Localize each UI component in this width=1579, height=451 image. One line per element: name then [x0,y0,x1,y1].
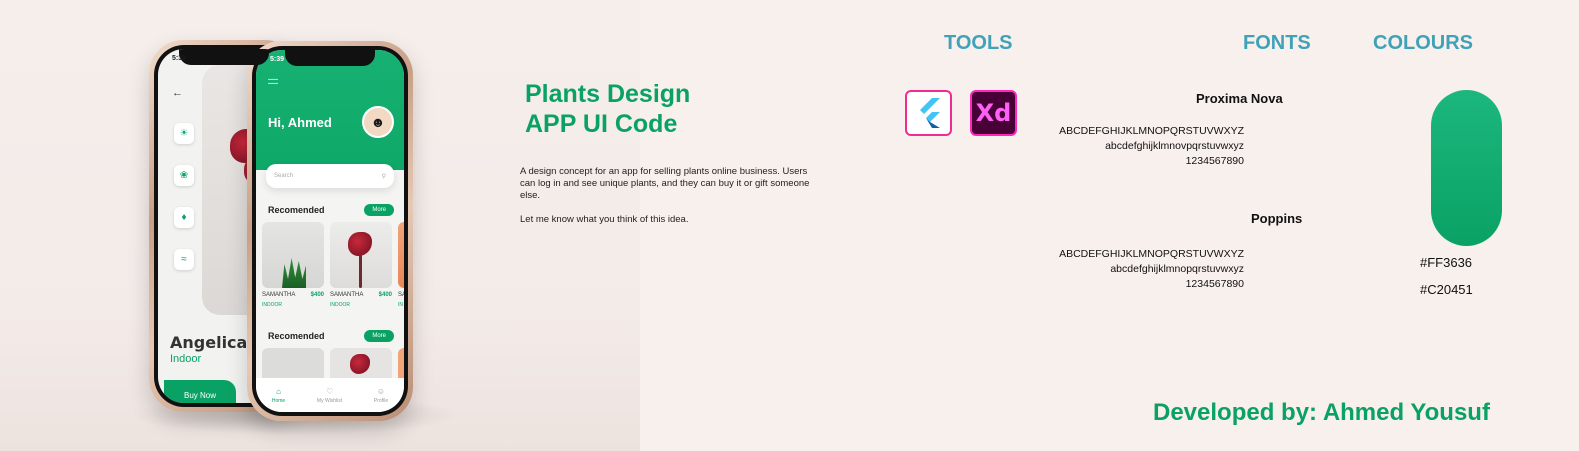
back-arrow-icon[interactable]: ← [172,87,183,99]
plant-card[interactable]: SA IN [398,222,404,308]
description-text: A design concept for an app for selling … [520,166,810,201]
bottom-nav: ⌂ Home ♡ My Wishlist ☺ Profile [256,378,404,412]
fonts-heading: FONTS [1243,32,1311,54]
avatar[interactable]: ☻ [362,106,394,138]
recommended-section-header: Recomended More [268,204,394,216]
plant-image [262,222,324,288]
home-icon: ⌂ [276,386,281,396]
section-title: Recomended [268,331,325,341]
side-icon-bar: ☀ ❀ ♦ ≈ [174,123,194,270]
plant-title: Angelica [170,333,248,352]
water-drop-icon[interactable]: ♦ [174,207,194,228]
notch [285,50,375,66]
app-header: 5:39 — — Hi, Ahmed ☻ [256,50,404,170]
plant-image [330,222,392,288]
more-button[interactable]: More [364,204,394,216]
search-icon: ⚲ [381,173,386,180]
front-phone: 5:39 — — Hi, Ahmed ☻ Search ⚲ Recomended … [247,41,413,421]
plant-price: $400 [378,292,392,298]
plant-subtitle: Indoor [170,353,202,365]
front-phone-screen: 5:39 — — Hi, Ahmed ☻ Search ⚲ Recomended … [256,50,404,412]
nav-profile[interactable]: ☺ Profile [374,387,388,404]
nav-wishlist[interactable]: ♡ My Wishlist [317,387,342,404]
section-title: Recomended [268,205,325,215]
tools-heading: TOOLS [944,32,1013,54]
project-headline: Plants Design APP UI Code [525,79,690,139]
plant-price: $400 [310,292,324,298]
menu-icon[interactable]: — — [268,75,278,89]
more-button[interactable]: More [364,330,394,342]
buy-now-button[interactable]: Buy Now [164,380,236,403]
feedback-text: Let me know what you think of this idea. [520,214,689,225]
plant-name: SAMANTHA [330,292,364,298]
colour-hex: #C20451 [1420,282,1473,297]
leaf-icon[interactable]: ❀ [174,165,194,186]
plant-category: INDOOR [330,302,350,308]
plant-cards-row: SAMANTHA $400 INDOOR SAMANTHA $400 INDOO… [262,222,404,308]
plant-image [398,222,404,288]
developer-credit: Developed by: Ahmed Yousuf [1153,399,1490,426]
status-time: 5:39 [270,56,285,63]
nav-home[interactable]: ⌂ Home [272,387,285,404]
plant-name: SAMANTHA [262,292,296,298]
font-name: Poppins [1251,211,1303,226]
search-placeholder: Search [274,173,294,179]
nav-label: Profile [373,397,389,404]
headline-line-1: Plants Design [525,80,691,108]
project-description: A design concept for an app for selling … [520,166,825,226]
plant-card[interactable]: SAMANTHA $400 INDOOR [262,222,324,308]
search-input[interactable]: Search ⚲ [266,164,394,188]
colours-heading: COLOURS [1373,32,1473,54]
colour-swatch [1431,90,1502,246]
greeting: Hi, Ahmed [268,115,332,130]
nav-label: Home [271,397,286,404]
notch [179,49,269,65]
plant-name: SA [398,292,404,298]
colour-hex: #FF3636 [1420,255,1473,270]
headline-line-2: APP UI Code [525,110,678,138]
sun-icon[interactable]: ☀ [174,123,194,144]
wind-icon[interactable]: ≈ [174,249,194,270]
recommended-section-header: Recomended More [268,330,394,342]
flutter-icon [905,90,952,136]
profile-icon: ☺ [376,386,386,396]
font-sample: ABCDEFGHIJKLMNOPQRSTUVWXYZ abcdefghijklm… [1059,125,1244,167]
heart-icon: ♡ [325,386,334,396]
plant-category: INDOOR [262,302,282,308]
plant-category: IN [398,302,403,308]
status-time: 5:39 [172,55,187,62]
adobe-xd-icon: Xd [970,90,1017,136]
nav-label: My Wishlist [316,397,343,404]
plant-card[interactable]: SAMANTHA $400 INDOOR [330,222,392,308]
font-sample: ABCDEFGHIJKLMNOPQRSTUVWXYZ abcdefghijklm… [1059,248,1244,290]
font-name: Proxima Nova [1196,91,1283,106]
